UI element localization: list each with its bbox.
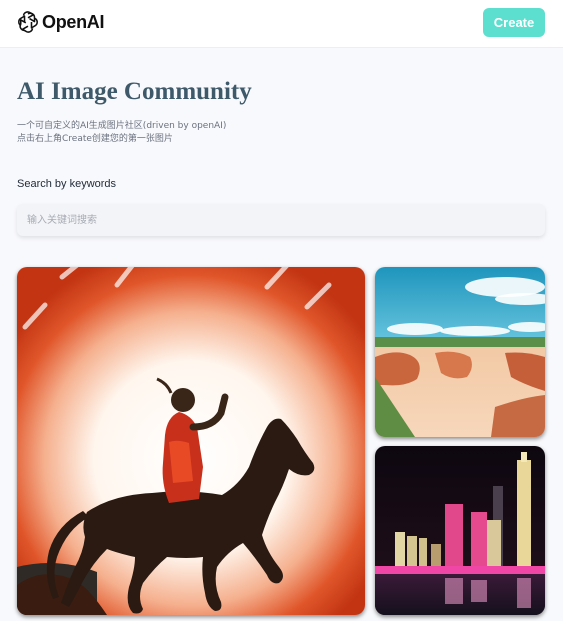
brand-name: OpenAI bbox=[42, 11, 105, 32]
brand-logo[interactable]: OpenAI bbox=[17, 11, 105, 33]
search-box bbox=[17, 204, 545, 236]
openai-logo-icon bbox=[18, 11, 38, 33]
city-night-illustration bbox=[375, 446, 545, 615]
search-label: Search by keywords bbox=[17, 178, 117, 190]
top-navbar: OpenAI Create bbox=[0, 0, 563, 48]
search-input[interactable] bbox=[17, 204, 545, 236]
page-subtitle-line1: 一个可自定义的AI生成图片社区(driven by openAI) bbox=[17, 121, 227, 131]
city-night-skyline-image[interactable] bbox=[375, 446, 545, 615]
page-title: AI Image Community bbox=[17, 78, 252, 105]
canyon-landscape-illustration bbox=[375, 267, 545, 437]
horse-rider-image[interactable] bbox=[17, 267, 365, 615]
canyon-landscape-image[interactable] bbox=[375, 267, 545, 437]
horse-rider-illustration bbox=[17, 267, 365, 615]
create-button[interactable]: Create bbox=[483, 8, 545, 37]
page-subtitle-line2: 点击右上角Create创建您的第一张图片 bbox=[17, 134, 173, 144]
